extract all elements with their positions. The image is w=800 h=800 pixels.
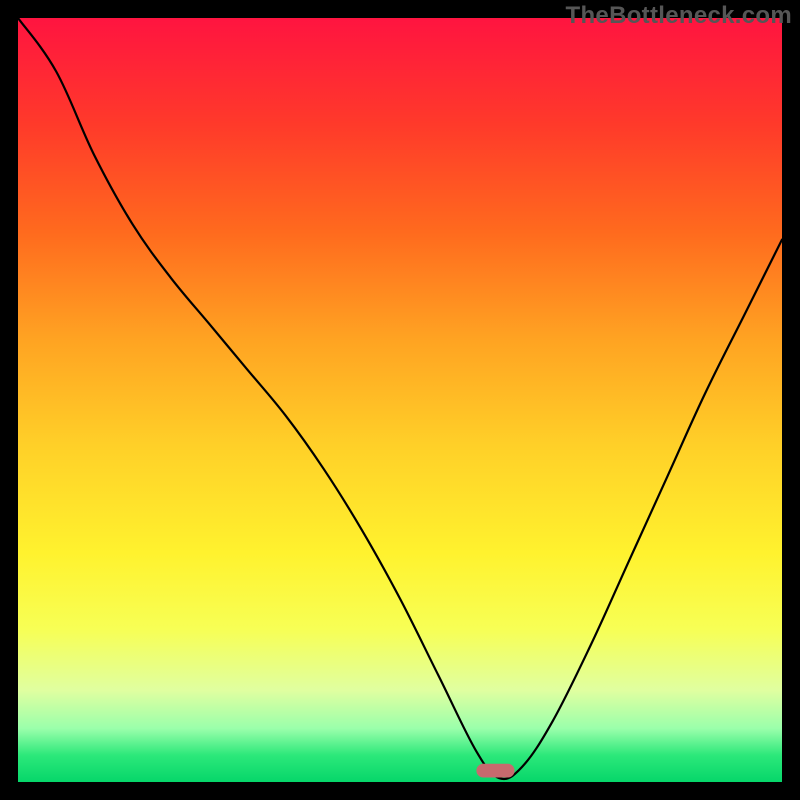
optimum-marker — [476, 764, 514, 778]
plot-area — [18, 18, 782, 782]
bottleneck-curve — [18, 18, 782, 779]
bottleneck-curve-svg — [18, 18, 782, 782]
chart-frame: TheBottleneck.com — [0, 0, 800, 800]
watermark-text: TheBottleneck.com — [566, 2, 792, 30]
